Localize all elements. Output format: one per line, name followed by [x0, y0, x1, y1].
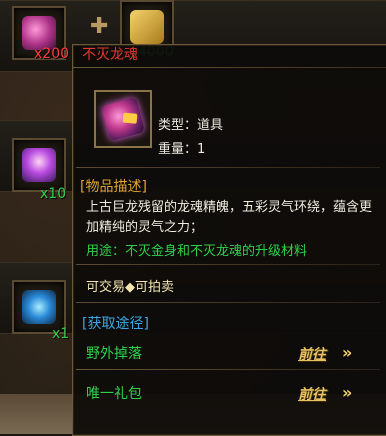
divider	[76, 264, 380, 265]
dragon-soul-icon	[22, 16, 56, 50]
dragon-soul-icon	[100, 96, 146, 142]
item-count: x1	[52, 326, 70, 342]
double-arrow-icon: »	[342, 383, 353, 402]
item-weight: 重量：1	[158, 142, 206, 157]
item-description: 上古巨龙残留的龙魂精魄，五彩灵气环绕，蕴含更加精纯的灵气之力；	[86, 200, 373, 235]
double-arrow-icon: »	[342, 343, 353, 362]
item-count: x200	[34, 46, 70, 62]
goto-label: 前往	[298, 387, 326, 403]
divider	[76, 369, 380, 370]
source-label: 野外掉落	[86, 346, 142, 362]
item-type: 类型：道具	[158, 118, 224, 133]
divider	[76, 302, 380, 303]
blue-orb-icon	[22, 290, 56, 324]
source-label: 唯一礼包	[86, 386, 142, 402]
item-title: 不灭龙魂	[82, 47, 138, 63]
plus-icon: ✚	[90, 14, 109, 39]
gold-card-icon	[130, 10, 164, 44]
goto-button[interactable]: 前往 »	[298, 382, 358, 404]
goto-label: 前往	[298, 347, 326, 363]
trade-status: 可交易◆可拍卖	[86, 280, 174, 295]
crystal-icon	[22, 148, 56, 182]
item-count: x10	[40, 186, 67, 202]
divider	[72, 67, 386, 68]
usage-text: 不灭金身和不灭龙魂的升级材料	[125, 244, 308, 259]
inventory-slot[interactable]	[12, 138, 66, 192]
item-usage: 用途：不灭金身和不灭龙魂的升级材料	[86, 240, 376, 259]
source-header: [获取途径]	[82, 316, 149, 332]
goto-button[interactable]: 前往 »	[298, 342, 358, 364]
item-icon-frame	[94, 90, 152, 148]
source-row: 唯一礼包 前往 »	[76, 376, 380, 410]
divider	[76, 167, 380, 168]
source-row: 野外掉落 前往 »	[76, 336, 380, 370]
description-header: [物品描述]	[80, 179, 147, 195]
usage-label: 用途：	[86, 244, 126, 259]
